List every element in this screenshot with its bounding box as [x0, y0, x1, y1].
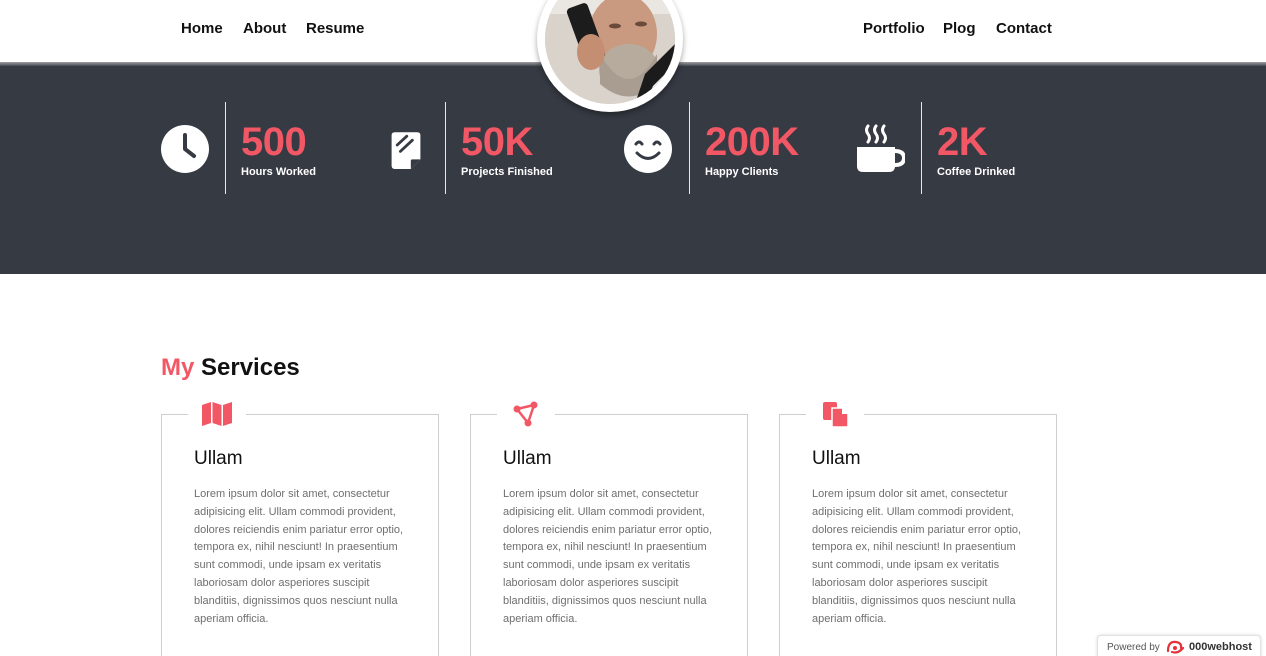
service-description: Lorem ipsum dolor sit amet, consectetur … — [194, 488, 404, 625]
powered-by-brand: 000webhost — [1189, 641, 1252, 653]
service-card: Ullam Lorem ipsum dolor sit amet, consec… — [161, 399, 439, 656]
nav-home-link[interactable]: Home — [181, 20, 223, 37]
service-icon-wrap — [806, 399, 864, 429]
stat-label: Coffee Drinked — [937, 166, 1016, 178]
stat-value: 50K — [461, 120, 533, 164]
stat-divider — [445, 102, 446, 194]
stat-divider — [225, 102, 226, 194]
coffee-cup-icon — [857, 124, 905, 172]
powered-by-badge[interactable]: Powered by 000webhost — [1097, 635, 1261, 656]
service-title: Ullam — [503, 448, 552, 469]
service-title: Ullam — [812, 448, 861, 469]
service-icon-wrap — [497, 399, 555, 429]
nav-contact-link[interactable]: Contact — [996, 20, 1052, 37]
service-card: Ullam Lorem ipsum dolor sit amet, consec… — [779, 399, 1057, 656]
stat-label: Happy Clients — [705, 166, 779, 178]
service-title: Ullam — [194, 448, 243, 469]
stat-label: Hours Worked — [241, 166, 316, 178]
services-heading-accent: My — [161, 354, 195, 381]
stat-value: 500 — [241, 120, 307, 164]
copy-files-icon — [823, 402, 849, 428]
powered-by-text: Powered by — [1107, 642, 1160, 653]
vector-nodes-icon — [513, 401, 538, 427]
nav-portfolio-link[interactable]: Portfolio — [863, 20, 925, 37]
nav-about-link[interactable]: About — [243, 20, 286, 37]
services-heading-text: Services — [201, 354, 300, 381]
page: Home About Resume Portfolio Plog Contact — [0, 0, 1266, 656]
document-icon — [391, 132, 421, 169]
stat-label: Projects Finished — [461, 166, 553, 178]
smiley-icon — [624, 125, 672, 173]
map-icon — [202, 402, 232, 426]
service-icon-wrap — [188, 399, 246, 429]
000webhost-logo-icon — [1166, 640, 1185, 654]
stat-value: 2K — [937, 120, 988, 164]
nav-resume-link[interactable]: Resume — [306, 20, 364, 37]
service-card: Ullam Lorem ipsum dolor sit amet, consec… — [470, 399, 748, 656]
stat-divider — [921, 102, 922, 194]
service-description: Lorem ipsum dolor sit amet, consectetur … — [503, 488, 713, 625]
services-heading: My Services — [161, 354, 300, 382]
stat-divider — [689, 102, 690, 194]
stat-value: 200K — [705, 120, 799, 164]
service-description: Lorem ipsum dolor sit amet, consectetur … — [812, 488, 1022, 625]
clock-icon — [161, 125, 209, 173]
nav-plog-link[interactable]: Plog — [943, 20, 976, 37]
